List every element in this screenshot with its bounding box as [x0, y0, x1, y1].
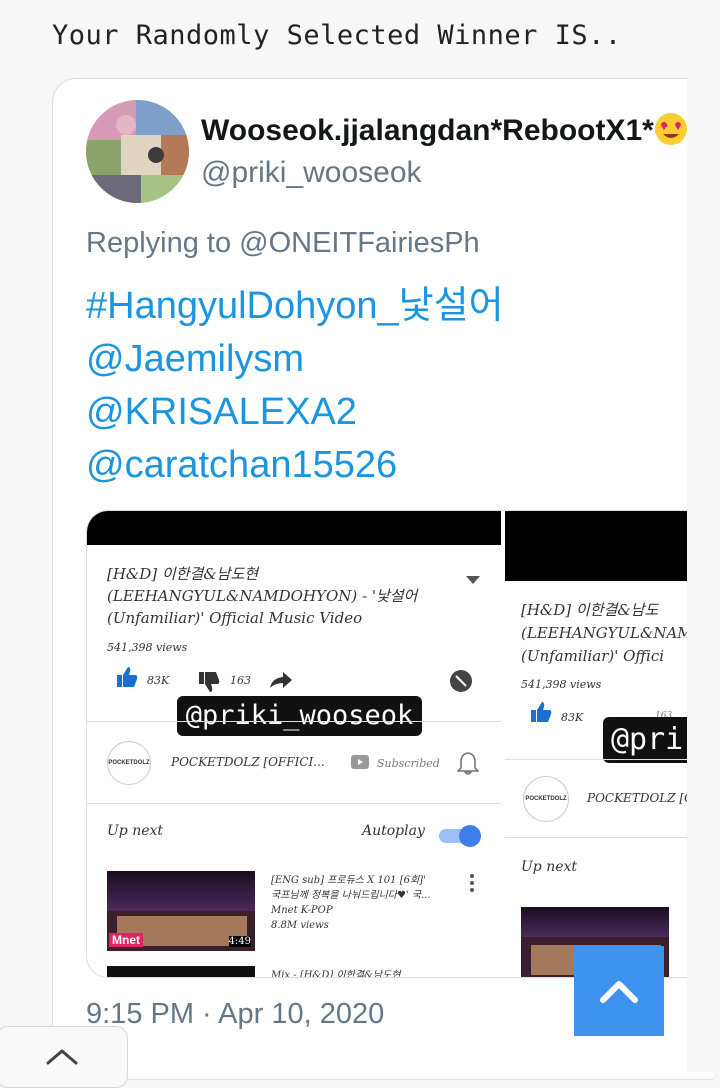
chevron-down-icon: [466, 576, 480, 584]
channel-logo: POCKETDOLZ: [107, 741, 151, 785]
up-next-label: Up next: [521, 859, 578, 875]
headline-text: Your Randomly Selected Winner IS..: [52, 20, 622, 51]
share-icon: [270, 672, 292, 688]
chevron-up-icon: [600, 981, 638, 1003]
tweet-handle[interactable]: @priki_wooseok: [201, 156, 422, 190]
channel-name: POCKETDOLZ [OFFICI...: [171, 755, 325, 769]
next-channel: Mnet K-POP: [271, 905, 333, 916]
hashtag-link[interactable]: #HangyulDohyon_낯설어: [86, 280, 504, 333]
media-image-left[interactable]: [H&D] 이한결&남도현 (LEEHANGYUL&NAMDOHYON) - '…: [87, 511, 501, 977]
mention-link[interactable]: @KRISALEXA2: [86, 386, 504, 439]
chevron-up-icon: [46, 1049, 78, 1065]
save-icon: [450, 670, 472, 692]
display-name-text: Wooseok.jjalangdan*RebootX1*: [201, 114, 654, 147]
like-count: 83K: [561, 711, 584, 724]
view-count: 541,398 views: [107, 641, 188, 654]
avatar[interactable]: [86, 100, 189, 203]
bell-icon: [457, 752, 479, 775]
tweet-media[interactable]: [H&D] 이한결&남도현 (LEEHANGYUL&NAMDOHYON) - '…: [86, 510, 688, 978]
divider: [87, 803, 501, 804]
media-image-right[interactable]: [H&D] 이한결&남도 (LEEHANGYUL&NAM (Unfamiliar…: [505, 511, 688, 977]
mention-link[interactable]: @caratchan15526: [86, 439, 504, 492]
next-views: 8.8M views: [271, 920, 329, 931]
bottom-sheet-handle[interactable]: [0, 1026, 128, 1088]
video-player-bar: [87, 511, 501, 545]
thumbs-up-icon: [117, 667, 138, 687]
up-next-label: Up next: [107, 823, 164, 839]
heart-eyes-emoji-icon: [654, 112, 688, 154]
next-video-2-title: Mix - [H&D] 이한결&남도현: [271, 970, 401, 977]
divider: [505, 759, 688, 760]
watermark-label: @pri: [603, 717, 688, 763]
mnet-logo: Mnet: [109, 933, 143, 947]
youtube-play-icon: [351, 755, 369, 769]
autoplay-label: Autoplay: [362, 823, 425, 839]
tweet-body: #HangyulDohyon_낯설어 @Jaemilysm @KRISALEXA…: [86, 280, 504, 492]
subscribed-label: Subscribed: [377, 757, 440, 770]
scroll-to-top-button[interactable]: [574, 946, 664, 1036]
next-video-title: [ENG sub] 프로듀스 X 101 [6회]' 국프님께 정복을 나눠드립…: [271, 875, 431, 931]
dislike-count: 163: [230, 674, 251, 687]
video-duration: 4:49: [228, 936, 251, 947]
divider: [505, 837, 688, 838]
video-player-bar: [505, 511, 688, 581]
more-options-icon: [470, 874, 474, 892]
divider: [87, 721, 501, 722]
page-edge: [687, 0, 720, 1072]
video-title: [H&D] 이한결&남도현 (LEEHANGYUL&NAMDOHYON) - '…: [107, 565, 418, 627]
channel-name: POCKETDOLZ [O: [587, 791, 688, 805]
video-title: [H&D] 이한결&남도 (LEEHANGYUL&NAM (Unfamiliar…: [521, 601, 688, 665]
view-count: 541,398 views: [521, 678, 602, 691]
next-thumbnail-2: [107, 966, 255, 977]
autoplay-toggle: [439, 825, 481, 847]
mention-link[interactable]: @Jaemilysm: [86, 333, 504, 386]
thumbs-up-icon: [531, 702, 552, 722]
watermark-label: @priki_wooseok: [177, 696, 422, 736]
tweet-timestamp[interactable]: 9:15 PM · Apr 10, 2020: [86, 998, 384, 1031]
video-thumbnail: Mnet 4:49: [107, 871, 255, 951]
thumbs-down-icon: [199, 672, 220, 692]
channel-logo: POCKETDOLZ: [523, 776, 569, 822]
replying-to-text: Replying to @ONEITFairiesPh: [86, 227, 480, 259]
like-count: 83K: [147, 674, 170, 687]
tweet-display-name[interactable]: Wooseok.jjalangdan*RebootX1*: [201, 112, 688, 154]
